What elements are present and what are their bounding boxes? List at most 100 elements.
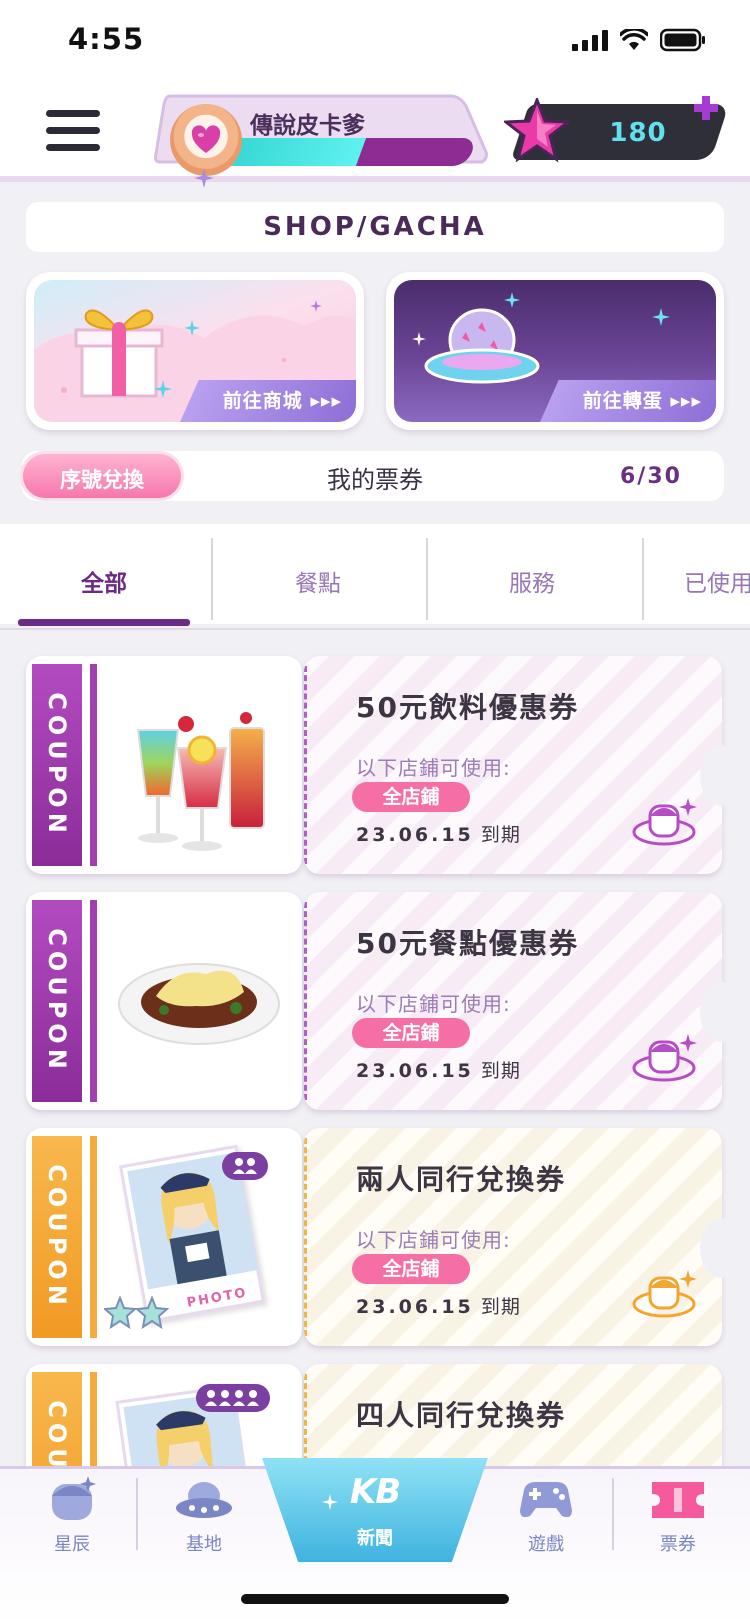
gamepad-icon bbox=[520, 1482, 572, 1518]
heart-icon bbox=[191, 125, 221, 153]
status-icons bbox=[572, 28, 706, 52]
ufo-icon bbox=[176, 1482, 232, 1518]
store-badge: 全店鋪 bbox=[352, 782, 470, 812]
people-badge bbox=[196, 1384, 270, 1412]
nav-label: 星辰 bbox=[54, 1534, 90, 1555]
tab-services[interactable]: 服務 bbox=[428, 524, 636, 624]
coupon-detail-panel: 兩人同行兌換券 以下店鋪可使用: 全店鋪 23.06.15 到期 bbox=[304, 1128, 722, 1346]
tabs-divider bbox=[0, 628, 750, 630]
photo-label: PHOTO bbox=[185, 1285, 249, 1311]
nav-divider bbox=[136, 1478, 138, 1550]
coupon-strip-line bbox=[90, 1136, 97, 1338]
coupon-notch bbox=[700, 746, 744, 806]
coupon-store-caption: 以下店鋪可使用: bbox=[356, 1228, 511, 1252]
ticket-count: 6/30 bbox=[620, 464, 682, 489]
expiry-suffix: 到期 bbox=[480, 1296, 521, 1318]
coupon-notch bbox=[700, 982, 744, 1042]
coupon-image-panel: COUPON bbox=[26, 892, 302, 1110]
star-icon bbox=[504, 98, 570, 163]
kb-logo: KB bbox=[349, 1472, 401, 1512]
coupon-detail-panel: 50元餐點優惠券 以下店鋪可使用: 全店鋪 23.06.15 到期 bbox=[304, 892, 722, 1110]
coupon-title: 兩人同行兌換券 bbox=[356, 1163, 567, 1196]
coupon-dash-line bbox=[304, 1138, 307, 1336]
coupon-card[interactable]: COUPON 50元飲料優惠券 以下店鋪可使用: 全店鋪 23.06.15 到期 bbox=[26, 656, 744, 874]
menu-button[interactable] bbox=[46, 110, 100, 154]
shop-card[interactable]: 前往商城 ▸▸▸ bbox=[26, 272, 364, 430]
tab-meals[interactable]: 餐點 bbox=[214, 524, 422, 624]
mascot-stamp-icon bbox=[632, 1034, 697, 1082]
expiry-suffix: 到期 bbox=[480, 1060, 521, 1082]
four-people-icon bbox=[205, 1390, 259, 1406]
tab-label: 餐點 bbox=[295, 571, 341, 597]
expiry-date: 23.06.15 bbox=[356, 824, 474, 846]
coupon-card[interactable]: COUPON 50元餐點優惠券 以下店鋪可使用: 全店鋪 23.06.15 到期 bbox=[26, 892, 744, 1110]
gacha-card-label: 前往轉蛋 ▸▸▸ bbox=[582, 390, 702, 412]
battery-icon bbox=[660, 28, 706, 52]
nav-base[interactable]: 基地 bbox=[144, 1474, 264, 1570]
nav-stars[interactable]: 星辰 bbox=[12, 1474, 132, 1570]
coupon-word: COUPON bbox=[43, 928, 71, 1074]
expiry-date: 23.06.15 bbox=[356, 1060, 474, 1082]
shop-card-label: 前往商城 ▸▸▸ bbox=[222, 390, 342, 412]
tab-label: 已使用 bbox=[684, 571, 750, 597]
tab-divider bbox=[642, 538, 644, 620]
menu-line bbox=[46, 144, 100, 151]
coupon-expiry: 23.06.15 到期 bbox=[356, 820, 521, 847]
coupon-strip-line bbox=[90, 900, 97, 1102]
home-indicator bbox=[241, 1594, 509, 1604]
nav-label: 票券 bbox=[660, 1534, 696, 1555]
nav-news[interactable]: KB 新聞 bbox=[262, 1458, 488, 1562]
tab-all[interactable]: 全部 bbox=[0, 524, 208, 624]
sparkle-icon bbox=[184, 320, 200, 336]
store-badge: 全店鋪 bbox=[352, 1018, 470, 1048]
star-count: 180 bbox=[609, 118, 667, 148]
gacha-card-art: 前往轉蛋 ▸▸▸ bbox=[394, 280, 716, 422]
coupon-expiry: 23.06.15 到期 bbox=[356, 1292, 521, 1319]
shop-card-art: 前往商城 ▸▸▸ bbox=[34, 280, 356, 422]
mascot-stamp-icon bbox=[632, 1270, 697, 1318]
nav-label: 基地 bbox=[186, 1534, 222, 1555]
nav-games[interactable]: 遊戲 bbox=[486, 1474, 606, 1570]
nav-label: 遊戲 bbox=[528, 1534, 564, 1555]
sparkle-icon bbox=[310, 300, 322, 312]
shop-title: SHOP/GACHA bbox=[263, 212, 487, 242]
menu-line bbox=[46, 110, 100, 117]
sparkle-icon bbox=[154, 380, 172, 398]
meal-image bbox=[118, 963, 280, 1045]
coupon-title: 50元餐點優惠券 bbox=[356, 927, 579, 960]
my-tickets-label: 我的票券 bbox=[327, 466, 423, 494]
coupon-dash-line bbox=[304, 666, 307, 864]
tab-used[interactable]: 已使用 bbox=[652, 524, 750, 624]
store-badge: 全店鋪 bbox=[352, 1254, 470, 1284]
nav-divider bbox=[612, 1478, 614, 1550]
coupon-expiry: 23.06.15 到期 bbox=[356, 1056, 521, 1083]
sparkle-icon bbox=[652, 308, 670, 326]
plus-icon[interactable] bbox=[694, 96, 718, 120]
drinks-image bbox=[136, 712, 265, 851]
coupon-dash-line bbox=[304, 902, 307, 1100]
coupon-store-caption: 以下店鋪可使用: bbox=[356, 756, 511, 780]
tab-active-indicator bbox=[18, 619, 190, 626]
sparkle-icon bbox=[504, 292, 520, 308]
status-time: 4:55 bbox=[68, 22, 145, 56]
coupon-strip-line bbox=[90, 664, 97, 866]
expiry-date: 23.06.15 bbox=[356, 1296, 474, 1318]
signal-icon bbox=[572, 29, 608, 51]
rating-stars-icon bbox=[104, 1296, 170, 1330]
sparkle-icon bbox=[322, 1494, 338, 1510]
coupon-image-panel: COUPON bbox=[26, 656, 302, 874]
ufo-icon bbox=[424, 308, 540, 384]
gacha-card[interactable]: 前往轉蛋 ▸▸▸ bbox=[386, 272, 724, 430]
two-people-icon bbox=[233, 1158, 257, 1174]
mascot-stamp-icon bbox=[632, 798, 697, 846]
menu-line bbox=[46, 127, 100, 134]
tab-label: 服務 bbox=[509, 571, 555, 597]
people-badge bbox=[222, 1152, 268, 1180]
sparkle-icon bbox=[412, 332, 426, 346]
nav-tickets[interactable]: 票券 bbox=[618, 1474, 738, 1570]
tab-divider bbox=[211, 538, 213, 620]
coupon-detail-panel: 50元飲料優惠券 以下店鋪可使用: 全店鋪 23.06.15 到期 bbox=[304, 656, 722, 874]
star-character-icon bbox=[52, 1476, 96, 1520]
coupon-card[interactable]: COUPON PHOTO 兩人同行兌換券 以下店鋪可使用: 全店鋪 23.06.… bbox=[26, 1128, 744, 1346]
sparkle-icon bbox=[194, 168, 214, 188]
